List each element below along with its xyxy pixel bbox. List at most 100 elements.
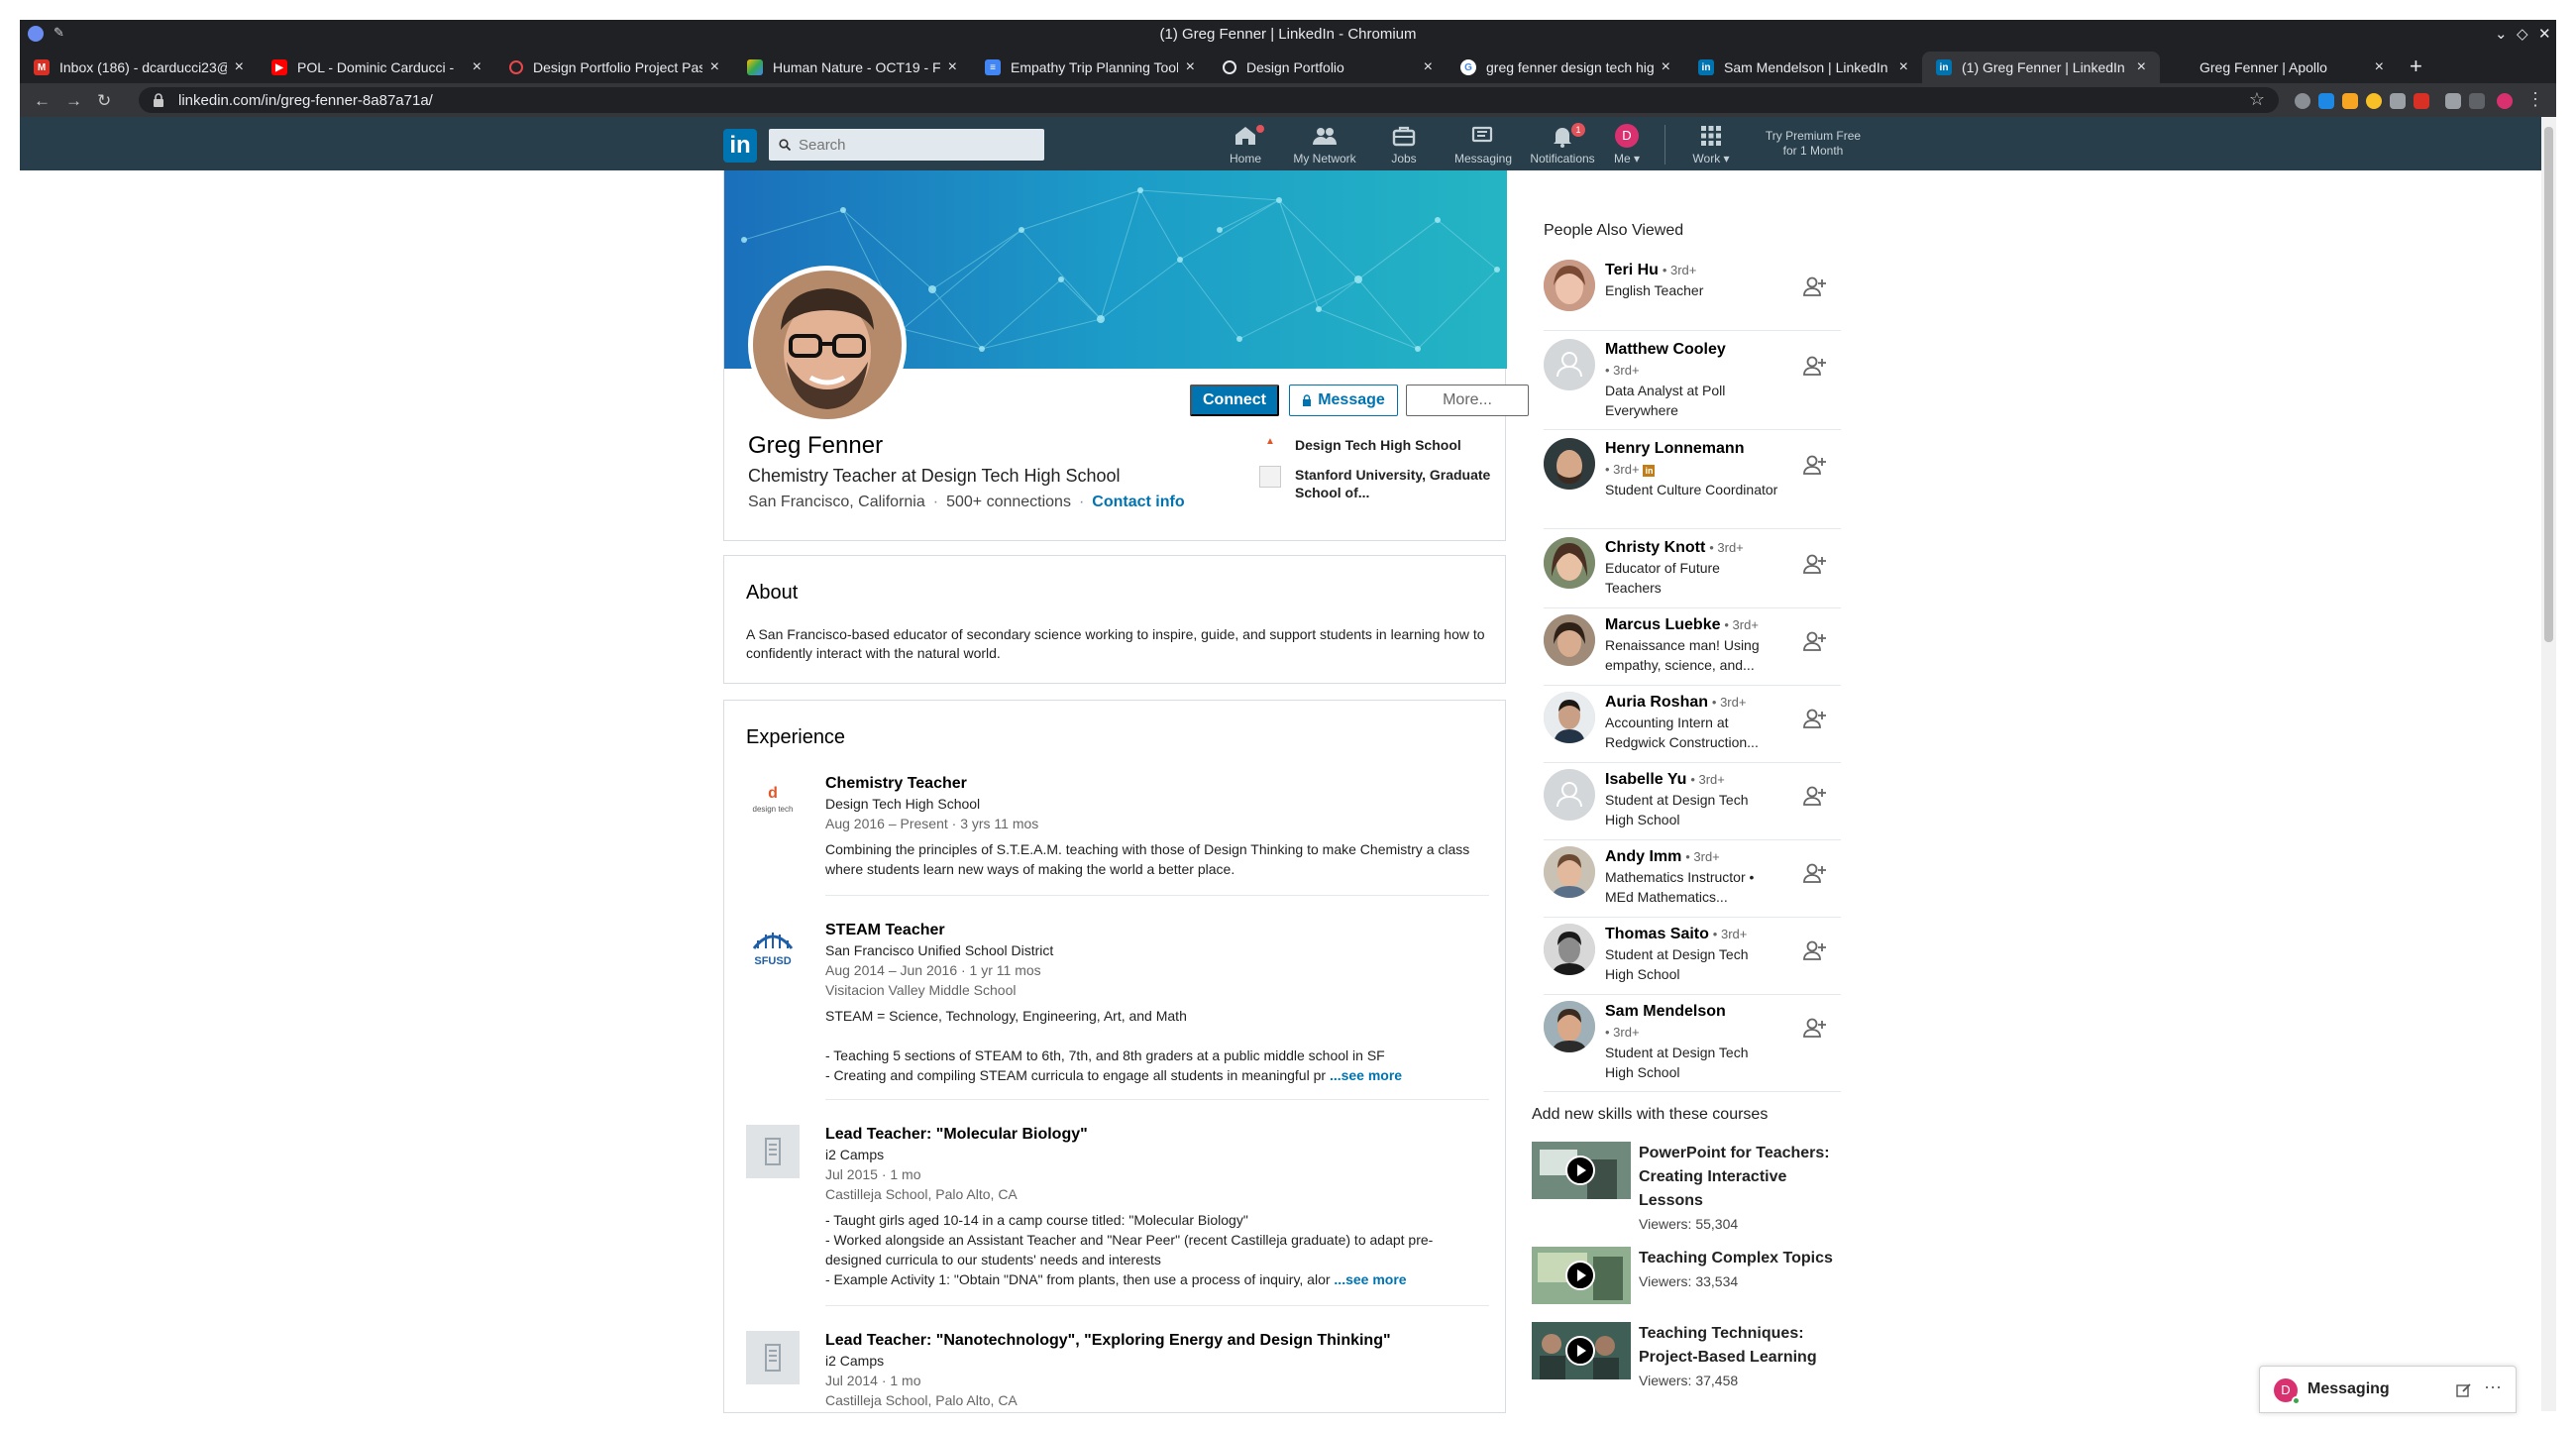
- close-tab-icon[interactable]: ×: [1186, 58, 1195, 76]
- close-tab-icon[interactable]: ×: [473, 58, 482, 76]
- linkedin-navbar: in Home My Network Jobs Messaging 1 Noti…: [20, 117, 2541, 170]
- profile-avatar[interactable]: [2497, 93, 2513, 109]
- compose-icon[interactable]: [2456, 1382, 2472, 1398]
- connections-count[interactable]: 500+ connections: [946, 494, 1071, 510]
- person-card[interactable]: Isabelle Yu • 3rd+ Student at Design Tech…: [1544, 769, 1841, 840]
- extension-icon[interactable]: [2342, 93, 2358, 109]
- add-connection-icon[interactable]: [1803, 355, 1827, 377]
- person-card[interactable]: Marcus Luebke • 3rd+ Renaissance man! Usi…: [1544, 614, 1841, 686]
- add-connection-icon[interactable]: [1803, 553, 1827, 575]
- search-box[interactable]: [769, 129, 1044, 161]
- url-input[interactable]: linkedin.com/in/greg-fenner-8a87a71a/ ☆: [139, 87, 2279, 113]
- see-more-link[interactable]: ...see more: [1334, 1271, 1406, 1287]
- add-connection-icon[interactable]: [1803, 785, 1827, 807]
- close-tab-icon[interactable]: ×: [1899, 58, 1908, 76]
- tab-human-nature[interactable]: Human Nature - OCT19 - Fer ×: [733, 52, 971, 83]
- connect-button[interactable]: Connect: [1190, 385, 1279, 416]
- maximize-icon[interactable]: ◇: [2517, 25, 2528, 43]
- close-tab-icon[interactable]: ×: [1424, 58, 1433, 76]
- tab-greg-fenner-linkedin[interactable]: in (1) Greg Fenner | LinkedIn ×: [1922, 52, 2160, 83]
- try-premium-link[interactable]: Try Premium Free for 1 Month: [1744, 129, 1882, 159]
- extension-icon[interactable]: [2414, 93, 2429, 109]
- nav-work[interactable]: Work ▾: [1676, 123, 1746, 168]
- lock-icon: [1303, 394, 1312, 406]
- course-card[interactable]: Teaching Techniques: Project-Based Learn…: [1532, 1322, 1849, 1417]
- back-icon[interactable]: ←: [34, 91, 51, 111]
- extension-icon[interactable]: [2366, 93, 2382, 109]
- course-card[interactable]: Teaching Complex Topics Viewers: 33,534: [1532, 1247, 1849, 1308]
- add-connection-icon[interactable]: [1803, 708, 1827, 729]
- bookmark-star-icon[interactable]: ☆: [2249, 89, 2265, 110]
- close-tab-icon[interactable]: ×: [235, 58, 244, 76]
- person-card[interactable]: Thomas Saito • 3rd+ Student at Design Tec…: [1544, 924, 1841, 995]
- add-connection-icon[interactable]: [1803, 630, 1827, 652]
- menu-kebab-icon[interactable]: ⋮: [2526, 89, 2544, 110]
- person-card[interactable]: Andy Imm • 3rd+ Mathematics Instructor • …: [1544, 846, 1841, 918]
- profile-photo[interactable]: [748, 266, 907, 424]
- scrollbar-thumb[interactable]: [2544, 127, 2553, 642]
- job-description: - Taught girls aged 10-14 in a camp cour…: [825, 1212, 1248, 1228]
- loading-icon: [509, 60, 523, 74]
- course-card[interactable]: PowerPoint for Teachers: Creating Intera…: [1532, 1142, 1849, 1237]
- close-tab-icon[interactable]: ×: [2137, 58, 2146, 76]
- add-connection-icon[interactable]: [1803, 1017, 1827, 1039]
- person-card[interactable]: Sam Mendelson • 3rd+ Student at Design Tec…: [1544, 1001, 1841, 1092]
- add-connection-icon[interactable]: [1803, 454, 1827, 476]
- nav-my-network[interactable]: My Network: [1280, 123, 1369, 168]
- reload-icon[interactable]: ↻: [97, 91, 111, 111]
- extension-icon[interactable]: [2390, 93, 2406, 109]
- person-card[interactable]: Henry Lonnemann • 3rd+ in Student Culture …: [1544, 438, 1841, 529]
- tab-youtube[interactable]: ▶ POL - Dominic Carducci - ×: [258, 52, 495, 83]
- tab-design-portfolio[interactable]: Design Portfolio ×: [1209, 52, 1447, 83]
- extension-icon[interactable]: [2469, 93, 2485, 109]
- close-tab-icon[interactable]: ×: [2375, 58, 2384, 76]
- linkedin-logo-icon[interactable]: in: [723, 129, 757, 163]
- education-item[interactable]: ▲ Design Tech High School: [1259, 436, 1493, 458]
- url-text: linkedin.com/in/greg-fenner-8a87a71a/: [178, 92, 433, 109]
- tab-apollo[interactable]: Greg Fenner | Apollo ×: [2160, 52, 2398, 83]
- add-connection-icon[interactable]: [1803, 939, 1827, 961]
- nav-notifications[interactable]: 1 Notifications: [1518, 123, 1607, 168]
- person-card[interactable]: Teri Hu • 3rd+ English Teacher: [1544, 260, 1841, 331]
- more-options-icon[interactable]: ···: [2484, 1376, 2502, 1397]
- person-name: Isabelle Yu: [1605, 771, 1687, 788]
- minimize-icon[interactable]: ⌄: [2495, 25, 2508, 43]
- nav-home[interactable]: Home: [1201, 123, 1290, 168]
- nav-messaging[interactable]: Messaging: [1439, 123, 1528, 168]
- see-more-link[interactable]: ...see more: [1330, 1067, 1402, 1083]
- message-button[interactable]: Message: [1289, 385, 1398, 416]
- education-item[interactable]: Stanford University, Graduate School of.…: [1259, 466, 1493, 501]
- close-tab-icon[interactable]: ×: [1662, 58, 1670, 76]
- tab-empathy-trip[interactable]: ≡ Empathy Trip Planning Tool - ×: [971, 52, 1209, 83]
- extension-icon[interactable]: [2318, 93, 2334, 109]
- contact-info-link[interactable]: Contact info: [1092, 494, 1184, 510]
- close-tab-icon[interactable]: ×: [948, 58, 957, 76]
- person-name: Christy Knott: [1605, 539, 1706, 556]
- person-card[interactable]: Auria Roshan • 3rd+ Accounting Intern at …: [1544, 692, 1841, 763]
- close-window-icon[interactable]: ✕: [2538, 25, 2551, 43]
- forward-icon[interactable]: →: [65, 91, 82, 111]
- add-connection-icon[interactable]: [1803, 275, 1827, 297]
- person-card[interactable]: Christy Knott • 3rd+ Educator of Future T…: [1544, 537, 1841, 608]
- tab-sam-mendelson[interactable]: in Sam Mendelson | LinkedIn ×: [1684, 52, 1922, 83]
- messaging-dock[interactable]: D Messaging ···: [2259, 1366, 2517, 1413]
- about-section: About A San Francisco-based educator of …: [723, 555, 1506, 684]
- add-connection-icon[interactable]: [1803, 862, 1827, 884]
- courses-heading: Add new skills with these courses: [1532, 1106, 1769, 1123]
- extension-icon[interactable]: [2445, 93, 2461, 109]
- person-card[interactable]: Matthew Cooley • 3rd+ Data Analyst at Poll…: [1544, 339, 1841, 430]
- avatar: [1544, 614, 1595, 666]
- tab-portfolio-past[interactable]: Design Portfolio Project Past ×: [495, 52, 733, 83]
- docs-icon: ≡: [985, 59, 1001, 75]
- nav-me[interactable]: D Me ▾: [1597, 123, 1657, 168]
- close-tab-icon[interactable]: ×: [710, 58, 719, 76]
- tab-gmail[interactable]: M Inbox (186) - dcarducci23@d ×: [20, 52, 258, 83]
- nav-jobs[interactable]: Jobs: [1359, 123, 1449, 168]
- page-scrollbar[interactable]: [2541, 117, 2556, 1411]
- more-actions-button[interactable]: More...: [1406, 385, 1529, 416]
- tab-google-search[interactable]: Ggreg fenner design tech high ×: [1447, 52, 1684, 83]
- extension-icon[interactable]: [2295, 93, 2310, 109]
- new-tab-button[interactable]: +: [2410, 54, 2422, 79]
- search-icon: [779, 139, 791, 151]
- search-input[interactable]: [799, 129, 1036, 161]
